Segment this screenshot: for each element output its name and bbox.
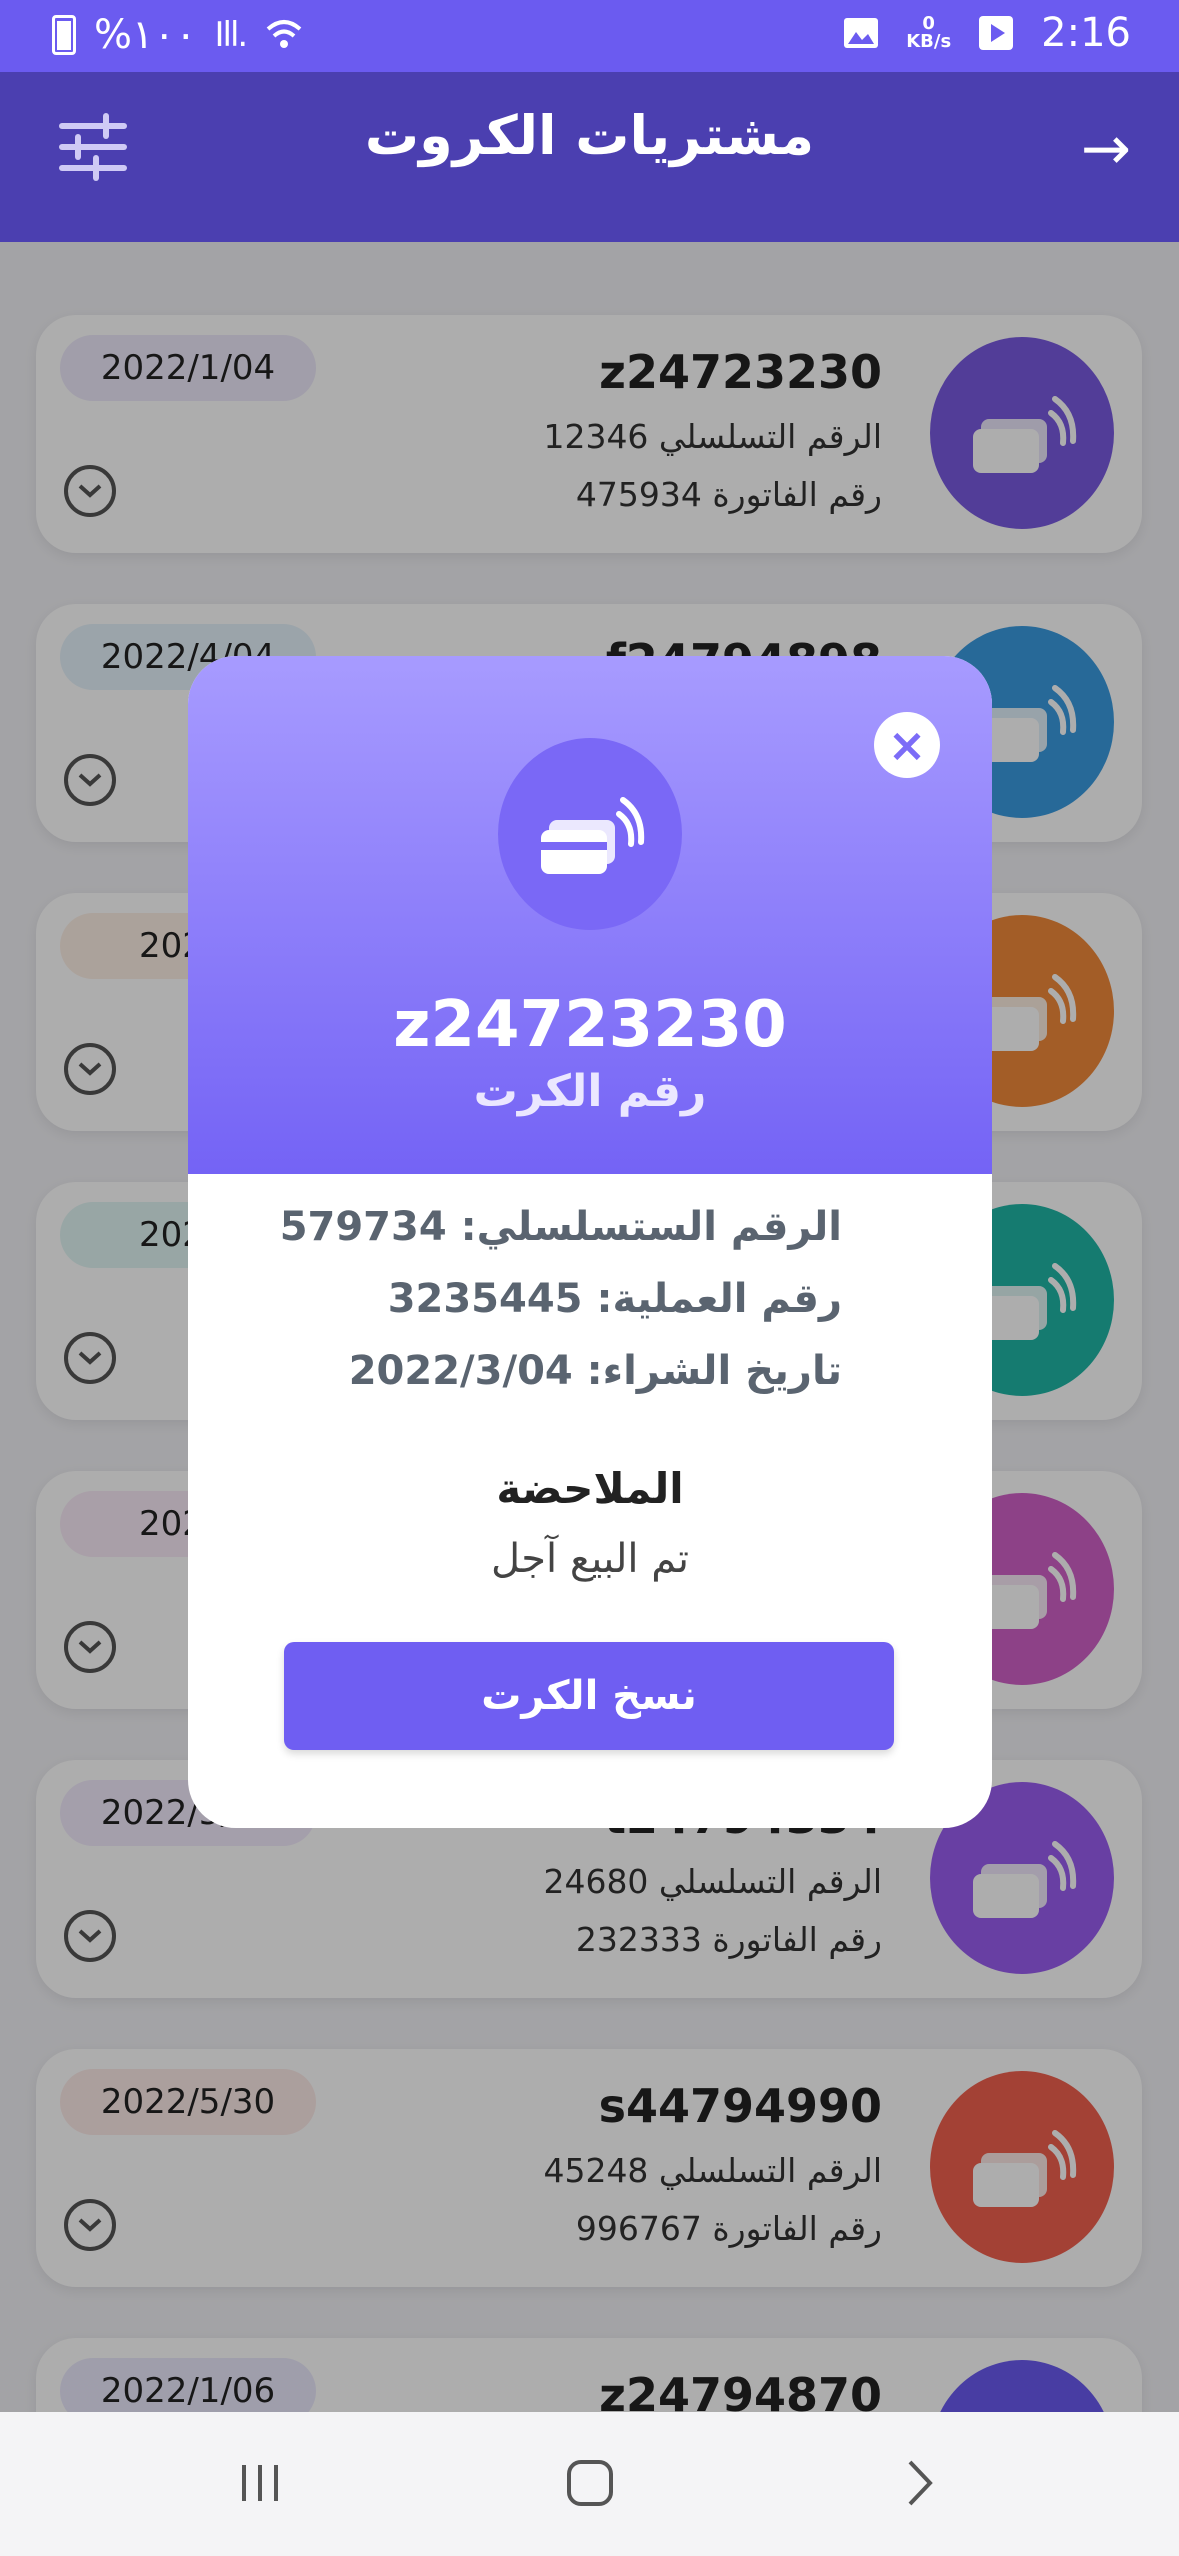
signal-icon: Ill. [214, 15, 248, 55]
home-icon[interactable] [550, 2448, 630, 2518]
note-text: تم البيع آجل [490, 1536, 690, 1582]
modal-serial: الرقم الستسلسلي: 579734 [279, 1204, 842, 1250]
modal-purchase-date: تاريخ الشراء: 2022/3/04 [348, 1348, 842, 1394]
close-icon[interactable]: × [874, 712, 940, 778]
image-notification-icon [844, 18, 879, 48]
modal-card-code-label: رقم الكرت [473, 1066, 707, 1117]
network-speed: 0 KB/s [906, 13, 952, 52]
note-title: الملاحضة [496, 1464, 684, 1513]
status-bar: %١٠٠ Ill. 0 KB/s 2:16 [0, 0, 1179, 72]
battery-icon [52, 15, 76, 55]
clock: 2:16 [1041, 10, 1131, 56]
card-details-modal: × z24723230 رقم الكرت الرقم الستسلسلي: 5… [188, 656, 992, 1828]
recents-icon[interactable] [220, 2448, 300, 2518]
back-chevron-icon[interactable] [880, 2448, 960, 2518]
battery-level: %١٠٠ [94, 12, 197, 58]
app-bar: مشتريات الكروت → [0, 72, 1179, 242]
copy-card-button[interactable]: نسخ الكرت [284, 1642, 894, 1750]
play-notification-icon [979, 16, 1014, 50]
system-nav-bar [0, 2412, 1179, 2556]
wifi-icon [266, 20, 302, 48]
modal-card-code: z24723230 [393, 988, 787, 1062]
arrow-right-icon[interactable]: → [1081, 114, 1131, 184]
modal-operation-number: رقم العملية: 3235445 [387, 1276, 842, 1322]
page-title: مشتريات الكروت [364, 104, 815, 167]
card-icon [498, 738, 682, 930]
